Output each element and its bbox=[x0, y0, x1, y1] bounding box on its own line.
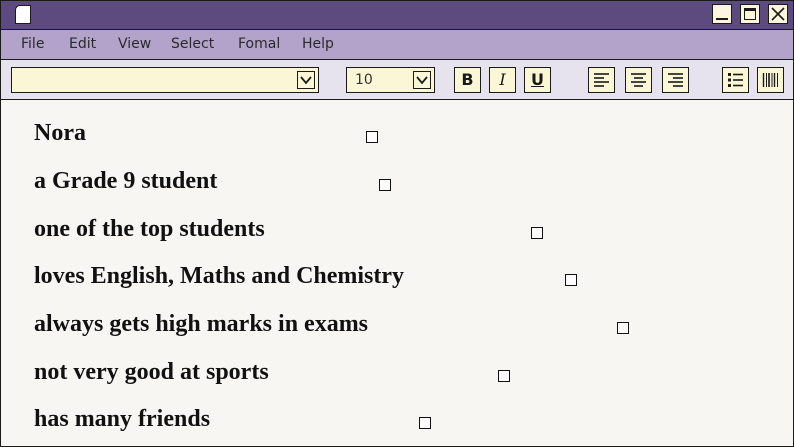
checkbox[interactable] bbox=[531, 227, 543, 239]
align-right-button[interactable] bbox=[662, 67, 689, 93]
menu-edit[interactable]: Edit bbox=[69, 36, 96, 52]
minimize-button[interactable] bbox=[712, 4, 732, 24]
document-icon bbox=[15, 5, 31, 24]
font-size-value: 10 bbox=[355, 72, 373, 88]
menu-bar: File Edit View Select Fomal Help bbox=[1, 30, 793, 60]
document-area[interactable]: Nora a Grade 9 student one of the top st… bbox=[1, 100, 793, 446]
align-left-icon bbox=[594, 73, 609, 87]
bullet-list-icon bbox=[728, 73, 743, 87]
barcode-icon bbox=[762, 73, 778, 87]
align-right-icon bbox=[668, 73, 683, 87]
bullet-list-button[interactable] bbox=[722, 67, 749, 93]
checkbox[interactable] bbox=[379, 179, 391, 191]
document-line: not very good at sports bbox=[34, 359, 269, 385]
checkbox[interactable] bbox=[419, 417, 431, 429]
document-line: has many friends bbox=[34, 406, 211, 432]
document-line: always gets high marks in exams bbox=[34, 311, 369, 337]
app-window: File Edit View Select Fomal Help 10 B I bbox=[0, 0, 794, 447]
close-icon bbox=[771, 7, 785, 21]
checkbox[interactable] bbox=[617, 322, 629, 334]
align-left-button[interactable] bbox=[588, 67, 615, 93]
menu-select[interactable]: Select bbox=[171, 36, 214, 52]
font-size-select[interactable]: 10 bbox=[346, 67, 435, 93]
underline-button[interactable]: U bbox=[524, 67, 551, 93]
menu-help[interactable]: Help bbox=[302, 36, 334, 52]
menu-view[interactable]: View bbox=[118, 36, 151, 52]
chevron-down-icon bbox=[300, 76, 312, 85]
menu-file[interactable]: File bbox=[21, 36, 44, 52]
font-dropdown-button[interactable] bbox=[297, 71, 315, 89]
font-size-dropdown-button[interactable] bbox=[413, 71, 431, 89]
menu-format[interactable]: Fomal bbox=[238, 36, 280, 52]
checkbox[interactable] bbox=[498, 370, 510, 382]
close-button[interactable] bbox=[768, 4, 788, 24]
document-line: a Grade 9 student bbox=[34, 168, 218, 194]
document-line: Nora bbox=[34, 120, 86, 146]
document-line: loves English, Maths and Chemistry bbox=[34, 263, 405, 289]
italic-button[interactable]: I bbox=[489, 67, 516, 93]
align-center-button[interactable] bbox=[625, 67, 652, 93]
checkbox[interactable] bbox=[366, 131, 378, 143]
bold-button[interactable]: B bbox=[454, 67, 481, 93]
title-bar bbox=[1, 1, 793, 30]
checkbox[interactable] bbox=[565, 274, 577, 286]
maximize-button[interactable] bbox=[740, 4, 760, 24]
formatting-toolbar: 10 B I U bbox=[1, 60, 793, 100]
chevron-down-icon bbox=[416, 76, 428, 85]
columns-button[interactable] bbox=[757, 67, 784, 93]
document-line: one of the top students bbox=[34, 216, 265, 242]
font-select[interactable] bbox=[11, 67, 319, 93]
align-center-icon bbox=[631, 73, 646, 87]
